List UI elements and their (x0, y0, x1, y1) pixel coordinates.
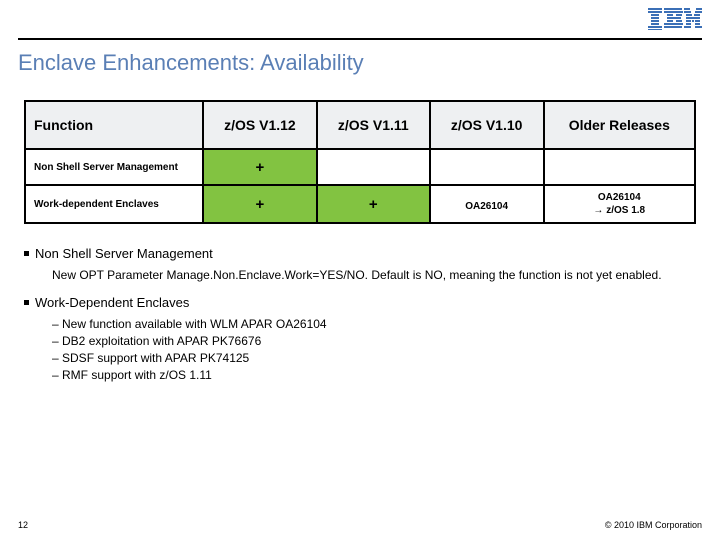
table-row: Work-dependent Enclaves + + OA26104 OA26… (25, 185, 695, 223)
copyright: © 2010 IBM Corporation (605, 520, 702, 530)
header-bar (18, 0, 702, 40)
cell (317, 149, 430, 185)
col-zos110: z/OS V1.10 (430, 101, 544, 149)
cell: + (317, 185, 430, 223)
row-label: Non Shell Server Management (25, 149, 203, 185)
cell: + (203, 149, 317, 185)
cell (430, 149, 544, 185)
row-label: Work-dependent Enclaves (25, 185, 203, 223)
sub-list: New function available with WLM APAR OA2… (52, 316, 696, 383)
availability-table: Function z/OS V1.12 z/OS V1.11 z/OS V1.1… (24, 100, 696, 224)
list-item: SDSF support with APAR PK74125 (52, 350, 696, 367)
cell: OA26104→ z/OS 1.8 (544, 185, 695, 223)
page-number: 12 (18, 520, 28, 530)
col-function: Function (25, 101, 203, 149)
page-title: Enclave Enhancements: Availability (18, 50, 702, 76)
section-heading: Non Shell Server Management (24, 246, 696, 261)
cell: OA26104 (430, 185, 544, 223)
section-heading: Work-Dependent Enclaves (24, 295, 696, 310)
col-zos112: z/OS V1.12 (203, 101, 317, 149)
bullet-square-icon (24, 300, 29, 305)
col-older: Older Releases (544, 101, 695, 149)
oa-stack: OA26104→ z/OS 1.8 (553, 192, 686, 216)
col-zos111: z/OS V1.11 (317, 101, 430, 149)
cell: + (203, 185, 317, 223)
list-item: RMF support with z/OS 1.11 (52, 367, 696, 384)
bullet-square-icon (24, 251, 29, 256)
section-description: New OPT Parameter Manage.Non.Enclave.Wor… (52, 267, 696, 283)
list-item: DB2 exploitation with APAR PK76676 (52, 333, 696, 350)
cell (544, 149, 695, 185)
table-row: Non Shell Server Management + (25, 149, 695, 185)
notes-section: Non Shell Server Management New OPT Para… (24, 246, 696, 383)
list-item: New function available with WLM APAR OA2… (52, 316, 696, 333)
ibm-logo-icon (648, 8, 702, 30)
